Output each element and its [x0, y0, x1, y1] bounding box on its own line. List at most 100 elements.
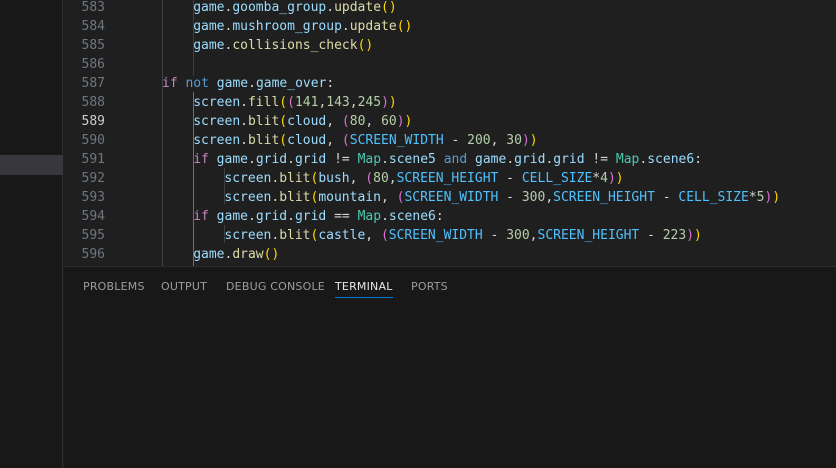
code-token: . — [341, 19, 350, 34]
code-line[interactable]: 588 screen.fill((141,143,245)) — [64, 93, 836, 112]
code-token: ) — [529, 133, 538, 148]
code-token: fill — [247, 95, 280, 110]
sidebar-selected-item[interactable] — [0, 155, 63, 175]
line-number: 583 — [81, 0, 105, 15]
code-token: * — [592, 171, 601, 186]
code-token: game — [216, 209, 248, 224]
code-token: screen — [193, 95, 241, 110]
tab-output[interactable]: OUTPUT — [161, 280, 207, 297]
code-token: 5 — [756, 190, 765, 205]
code-token: screen — [193, 114, 241, 129]
line-code: game.draw() — [193, 245, 279, 264]
code-line[interactable]: 583 game.goomba_group.update() — [64, 0, 836, 17]
code-token: 300 — [521, 190, 546, 205]
code-token: - — [482, 228, 507, 243]
code-line[interactable]: 590 screen.blit(cloud, (SCREEN_WIDTH - 20… — [64, 131, 836, 150]
code-line[interactable]: 594 if game.grid.grid == Map.scene6: — [64, 207, 836, 226]
code-token: if — [193, 152, 209, 167]
code-token: blit — [279, 228, 311, 243]
code-token: . — [381, 152, 389, 167]
code-token: grid — [294, 152, 327, 167]
code-token: game_over — [255, 76, 327, 91]
terminal-area[interactable] — [64, 307, 836, 467]
code-token: . — [271, 171, 280, 186]
code-token: 143 — [326, 95, 350, 110]
code-token: ) — [772, 190, 781, 205]
code-token: . — [506, 152, 515, 167]
code-line[interactable]: 587 if not game.game_over: — [64, 74, 836, 93]
code-token: grid — [514, 152, 546, 167]
code-token: blit — [247, 133, 280, 148]
line-code: screen.blit(castle, (SCREEN_WIDTH - 300,… — [224, 226, 701, 245]
code-token: ( — [365, 171, 374, 186]
code-token: ) — [686, 228, 695, 243]
code-token: , — [490, 133, 507, 148]
code-line[interactable]: 595 screen.blit(castle, (SCREEN_WIDTH - 3… — [64, 226, 836, 245]
code-token: scene5 — [388, 152, 436, 167]
code-token: SCREEN_HEIGHT — [537, 228, 640, 243]
line-code: game.mushroom_group.update() — [193, 17, 412, 36]
code-line[interactable]: 591 if game.grid.grid != Map.scene5 and g… — [64, 150, 836, 169]
code-line[interactable]: 596 game.draw() — [64, 245, 836, 264]
code-token: , — [349, 95, 358, 110]
code-token: grid — [294, 209, 327, 224]
code-token: . — [247, 152, 256, 167]
code-token: SCREEN_WIDTH — [388, 228, 483, 243]
code-token: . — [287, 152, 295, 167]
line-number: 596 — [81, 247, 105, 262]
line-number: 585 — [81, 38, 105, 53]
line-number: 588 — [81, 95, 105, 110]
code-token: game — [475, 152, 507, 167]
code-line[interactable]: 592 screen.blit(bush, (80,SCREEN_HEIGHT -… — [64, 169, 836, 188]
code-token: game — [193, 247, 225, 262]
code-line[interactable]: 585 game.collisions_check() — [64, 36, 836, 55]
code-token: blit — [279, 171, 311, 186]
tab-ports[interactable]: PORTS — [411, 280, 448, 297]
tab-terminal[interactable]: TERMINAL — [335, 280, 393, 298]
code-token: Map — [615, 152, 640, 167]
line-number: 592 — [81, 171, 105, 186]
code-token: draw — [232, 247, 264, 262]
code-token: update — [334, 0, 382, 15]
line-code: screen.blit(cloud, (SCREEN_WIDTH - 200, … — [193, 131, 537, 150]
code-token: ( — [341, 114, 350, 129]
code-line[interactable]: 584 game.mushroom_group.update() — [64, 17, 836, 36]
bottom-panel: PROBLEMS OUTPUT DEBUG CONSOLE TERMINAL P… — [64, 266, 836, 468]
code-token: . — [248, 76, 256, 91]
code-token: if — [193, 209, 209, 224]
code-token: screen — [224, 190, 272, 205]
code-token: 80 — [349, 114, 366, 129]
line-number: 591 — [81, 152, 105, 167]
code-token: ) — [388, 95, 397, 110]
code-token: : — [326, 76, 335, 91]
line-number: 584 — [81, 19, 105, 34]
line-number: 593 — [81, 190, 105, 205]
tab-problems[interactable]: PROBLEMS — [83, 280, 145, 297]
panel-tabs: PROBLEMS OUTPUT DEBUG CONSOLE TERMINAL P… — [64, 267, 836, 307]
code-token: SCREEN_WIDTH — [404, 190, 499, 205]
code-token: cloud — [287, 114, 327, 129]
code-line[interactable]: 593 screen.blit(mountain, (SCREEN_WIDTH -… — [64, 188, 836, 207]
code-token: - — [443, 133, 468, 148]
code-token: update — [349, 19, 397, 34]
code-token: if — [162, 76, 178, 91]
code-token: 4 — [600, 171, 608, 186]
line-code: screen.blit(cloud, (80, 60)) — [193, 112, 412, 131]
code-token: ( — [287, 95, 295, 110]
code-line[interactable]: 586 — [64, 55, 836, 74]
code-token: ) — [615, 171, 624, 186]
line-code: if game.grid.grid != Map.scene5 and game… — [193, 150, 702, 169]
code-token: cloud — [287, 133, 327, 148]
code-token: CELL_SIZE — [521, 171, 593, 186]
code-line[interactable]: 589 screen.blit(cloud, (80, 60)) — [64, 112, 836, 131]
code-token: 223 — [662, 228, 687, 243]
code-token: 80 — [373, 171, 389, 186]
code-token: ( — [279, 133, 288, 148]
code-editor[interactable]: 583 game.goomba_group.update() 584 game.mus… — [64, 0, 836, 266]
tab-debug-console[interactable]: DEBUG CONSOLE — [226, 280, 325, 297]
code-token: . — [240, 95, 248, 110]
code-token: SCREEN_HEIGHT — [396, 171, 499, 186]
